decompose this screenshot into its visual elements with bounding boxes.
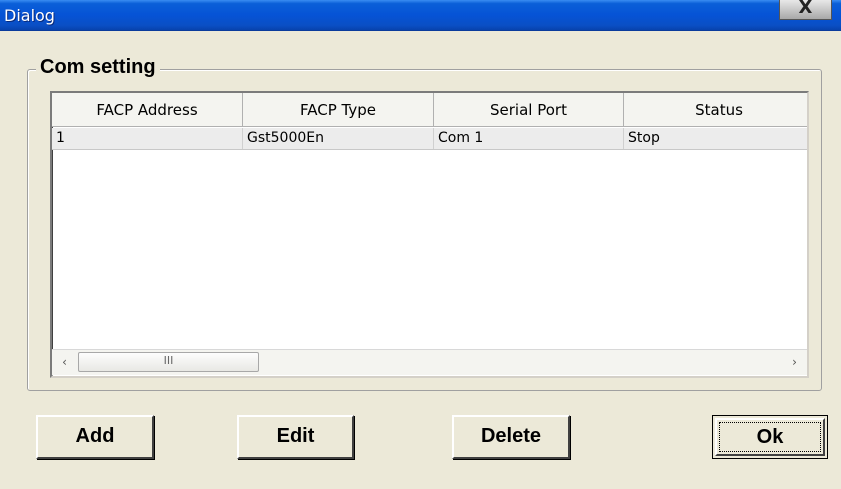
cell-status: Stop — [628, 130, 660, 146]
window-title: Dialog — [4, 6, 55, 25]
close-icon: X — [798, 0, 813, 18]
add-button[interactable]: Add — [36, 415, 154, 459]
column-header-facp-address[interactable]: FACP Address — [52, 93, 243, 127]
scroll-right-icon[interactable]: › — [782, 350, 807, 375]
title-bar: Dialog X — [0, 0, 841, 31]
facp-list[interactable]: FACP Address FACP Type Serial Port Statu… — [50, 91, 809, 378]
column-header-status[interactable]: Status — [624, 93, 807, 127]
ok-button[interactable]: Ok — [712, 415, 828, 459]
close-button[interactable]: X — [779, 0, 832, 20]
horizontal-scrollbar[interactable]: ‹ III › — [52, 349, 807, 375]
group-label: Com setting — [36, 56, 160, 79]
list-header: FACP Address FACP Type Serial Port Statu… — [52, 93, 807, 127]
grip-icon: III — [163, 354, 174, 367]
cell-facp-address: 1 — [52, 128, 243, 149]
cell-facp-type: Gst5000En — [243, 128, 434, 149]
delete-button[interactable]: Delete — [452, 415, 570, 459]
cell-serial-port: Com 1 — [434, 128, 624, 149]
column-header-serial-port[interactable]: Serial Port — [434, 93, 624, 127]
scroll-thumb[interactable]: III — [78, 352, 259, 372]
edit-button[interactable]: Edit — [237, 415, 354, 459]
column-header-facp-type[interactable]: FACP Type — [243, 93, 434, 127]
table-row[interactable]: 1 Gst5000En Com 1 Stop — [52, 128, 807, 150]
ok-label: Ok — [756, 426, 784, 448]
scroll-left-icon[interactable]: ‹ — [52, 350, 77, 375]
